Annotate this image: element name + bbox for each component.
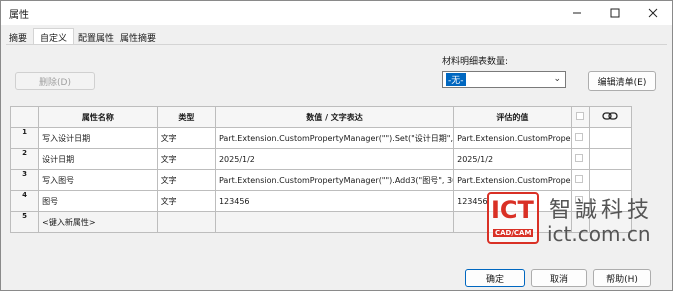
new-property-cell[interactable]: <键入新属性> [38, 211, 158, 233]
column-header-type[interactable]: 类型 [156, 106, 216, 128]
table-row[interactable]: 1 写入设计日期 文字 Part.Extension.CustomPropert… [9, 127, 633, 149]
edit-list-button[interactable]: 编辑清单(E) [588, 71, 656, 91]
ok-button[interactable]: 确定 [465, 269, 525, 287]
property-expression-cell[interactable]: 123456 [214, 190, 455, 212]
ict-logo-tag: CAD/CAM [493, 229, 534, 237]
property-expression-cell[interactable]: Part.Extension.CustomPropertyManager("")… [214, 169, 455, 191]
watermark-url: ict.com.cn [547, 222, 651, 246]
ict-logo-text: ICT [491, 196, 534, 224]
property-evaluated-cell: 2025/1/2 [453, 148, 572, 170]
property-type-cell[interactable]: 文字 [156, 190, 216, 212]
watermark-company-name: 智誠科技 [549, 198, 654, 223]
table-row[interactable]: 2 设计日期 文字 2025/1/2 2025/1/2 [9, 148, 633, 170]
link-icon [602, 112, 619, 120]
property-type-cell[interactable] [156, 211, 216, 233]
row-number: 2 [9, 148, 40, 170]
ict-watermark: ICT CAD/CAM 智誠科技 ict.com.cn [487, 192, 667, 248]
close-button[interactable] [634, 1, 672, 25]
row-number: 1 [9, 127, 40, 149]
property-type-cell[interactable]: 文字 [156, 169, 216, 191]
bom-quantity-select[interactable]: -无- ⌄ [442, 71, 566, 88]
tab-custom[interactable]: 自定义 [33, 28, 75, 44]
checkbox-icon[interactable] [574, 175, 583, 183]
ict-logo: ICT CAD/CAM [487, 192, 539, 244]
row-checkbox-cell[interactable] [570, 127, 590, 149]
maximize-icon [610, 8, 620, 18]
bom-quantity-value: -无- [446, 73, 466, 86]
tab-strip: 摘要 自定义 配置属性 属性摘要 [1, 28, 160, 44]
row-number: 5 [9, 211, 40, 233]
tab-property-summary[interactable]: 属性摘要 [118, 28, 160, 44]
delete-button[interactable]: 删除(D) [15, 72, 95, 90]
property-evaluated-cell: Part.Extension.CustomProperty [453, 127, 572, 149]
close-icon [648, 8, 658, 18]
select-all-checkbox-cell[interactable] [570, 106, 590, 128]
row-number: 4 [9, 190, 40, 212]
properties-dialog: 属性 摘要 自定义 配置属性 属性摘要 删除(D) 材料明细表数量: -无- ⌄… [0, 0, 673, 291]
property-name-cell[interactable]: 设计日期 [38, 148, 158, 170]
chevron-down-icon: ⌄ [553, 74, 561, 84]
bom-quantity-label: 材料明细表数量: [442, 57, 509, 67]
row-number: 3 [9, 169, 40, 191]
property-name-cell[interactable]: 图号 [38, 190, 158, 212]
tab-config-properties[interactable]: 配置属性 [76, 28, 118, 44]
property-expression-cell[interactable]: 2025/1/2 [214, 148, 455, 170]
checkbox-icon[interactable] [574, 154, 583, 162]
row-link-cell [588, 148, 633, 170]
minimize-icon [573, 12, 581, 14]
help-button[interactable]: 帮助(H) [593, 269, 651, 287]
row-checkbox-cell[interactable] [570, 169, 590, 191]
checkbox-icon[interactable] [576, 112, 585, 120]
link-header[interactable] [588, 106, 633, 128]
table-row[interactable]: 3 写入图号 文字 Part.Extension.CustomPropertyM… [9, 169, 633, 191]
checkbox-icon[interactable] [574, 133, 583, 141]
property-evaluated-cell: Part.Extension.CustomProperty [453, 169, 572, 191]
row-number-header [9, 106, 40, 128]
column-header-evaluated[interactable]: 评估的值 [453, 106, 572, 128]
property-expression-cell[interactable] [214, 211, 455, 233]
window-controls [558, 1, 672, 25]
column-header-expression[interactable]: 数值 / 文字表达 [214, 106, 455, 128]
tab-summary[interactable]: 摘要 [1, 28, 31, 44]
row-link-cell [588, 127, 633, 149]
property-name-cell[interactable]: 写入设计日期 [38, 127, 158, 149]
property-type-cell[interactable]: 文字 [156, 127, 216, 149]
minimize-button[interactable] [558, 1, 596, 25]
title-bar: 属性 [1, 1, 672, 25]
property-name-cell[interactable]: 写入图号 [38, 169, 158, 191]
row-checkbox-cell[interactable] [570, 148, 590, 170]
maximize-button[interactable] [596, 1, 634, 25]
property-expression-cell[interactable]: Part.Extension.CustomPropertyManager("")… [214, 127, 455, 149]
window-title: 属性 [9, 9, 29, 21]
column-header-name[interactable]: 属性名称 [38, 106, 158, 128]
cancel-button[interactable]: 取消 [531, 269, 587, 287]
row-link-cell [588, 169, 633, 191]
table-header-row: 属性名称 类型 数值 / 文字表达 评估的值 [9, 106, 633, 128]
property-type-cell[interactable]: 文字 [156, 148, 216, 170]
